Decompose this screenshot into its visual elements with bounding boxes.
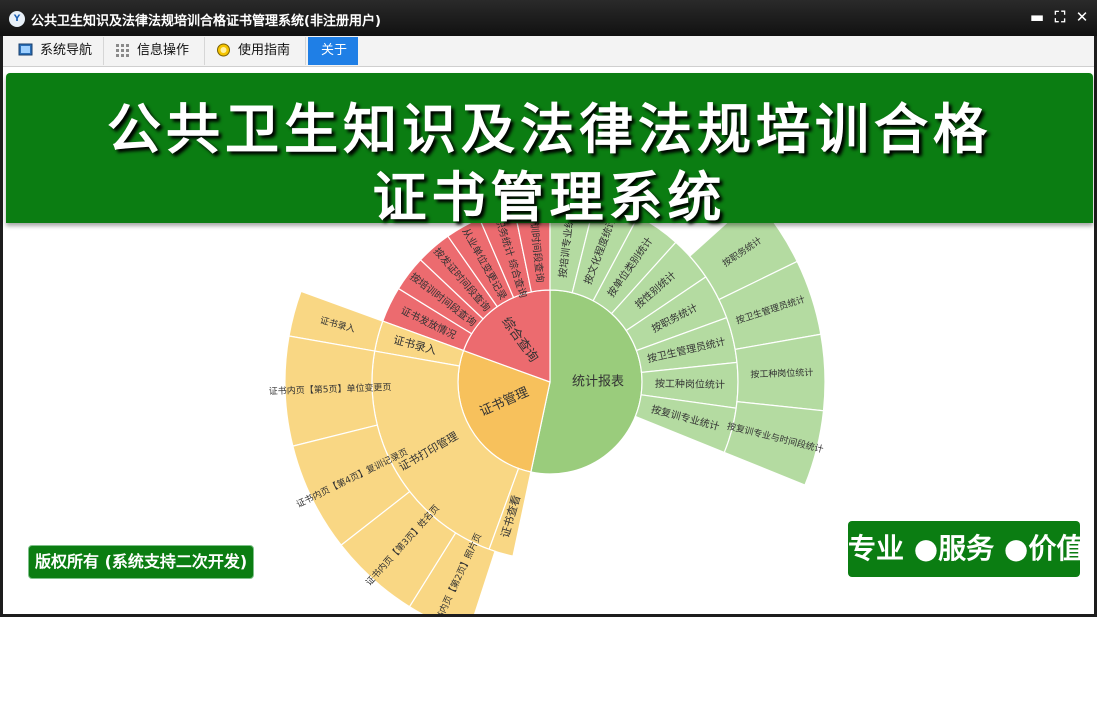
header-banner: 公共卫生知识及法律法规培训合格 证书管理系统 [6, 73, 1093, 229]
title-bar[interactable]: Y 公共卫生知识及法律法规培训合格证书管理系统(非注册用户) ▬ ⛶ ✕ [0, 0, 1097, 36]
grid-icon [116, 44, 129, 57]
restore-button[interactable]: ⛶ [1051, 8, 1069, 26]
tab-system-navigation[interactable]: 系统导航 [7, 37, 104, 65]
header-title-line2: 证书管理系统 [372, 165, 727, 229]
window-bottom-border [0, 614, 1097, 617]
monitor-icon [18, 43, 33, 56]
label-statistics-item: 按工种岗位统计 [655, 377, 725, 391]
menu-tab-bar: 系统导航 信息操作 使用指南 关于 [3, 36, 1094, 67]
app-logo-icon: Y [9, 11, 25, 27]
label-statistics-report: 统计报表 [572, 375, 624, 390]
tab-info-operation[interactable]: 信息操作 [104, 37, 205, 65]
window-title: 公共卫生知识及法律法规培训合格证书管理系统(非注册用户) [31, 14, 381, 29]
close-button[interactable]: ✕ [1073, 8, 1091, 26]
bulb-icon [217, 43, 230, 57]
tab-label: 信息操作 [137, 43, 190, 58]
copyright-badge: 版权所有 (系统支持二次开发) [28, 545, 255, 579]
minimize-button[interactable]: ▬ [1028, 8, 1046, 26]
main-content: 统计报表 证书管理 综合查询 证书发放情况 按培训时间段查询 按发证时间段查询 从业单位变更… [3, 67, 1094, 614]
app-window: Y 公共卫生知识及法律法规培训合格证书管理系统(非注册用户) ▬ ⛶ ✕ 系统导… [0, 0, 1097, 617]
tab-label: 使用指南 [238, 43, 291, 58]
slogan-badge: 专业 ●服务 ●价值 [848, 521, 1084, 577]
tab-label: 关于 [321, 43, 348, 58]
tab-about[interactable]: 关于 [308, 37, 358, 65]
tab-label: 系统导航 [40, 43, 93, 58]
tab-user-guide[interactable]: 使用指南 [205, 37, 306, 65]
